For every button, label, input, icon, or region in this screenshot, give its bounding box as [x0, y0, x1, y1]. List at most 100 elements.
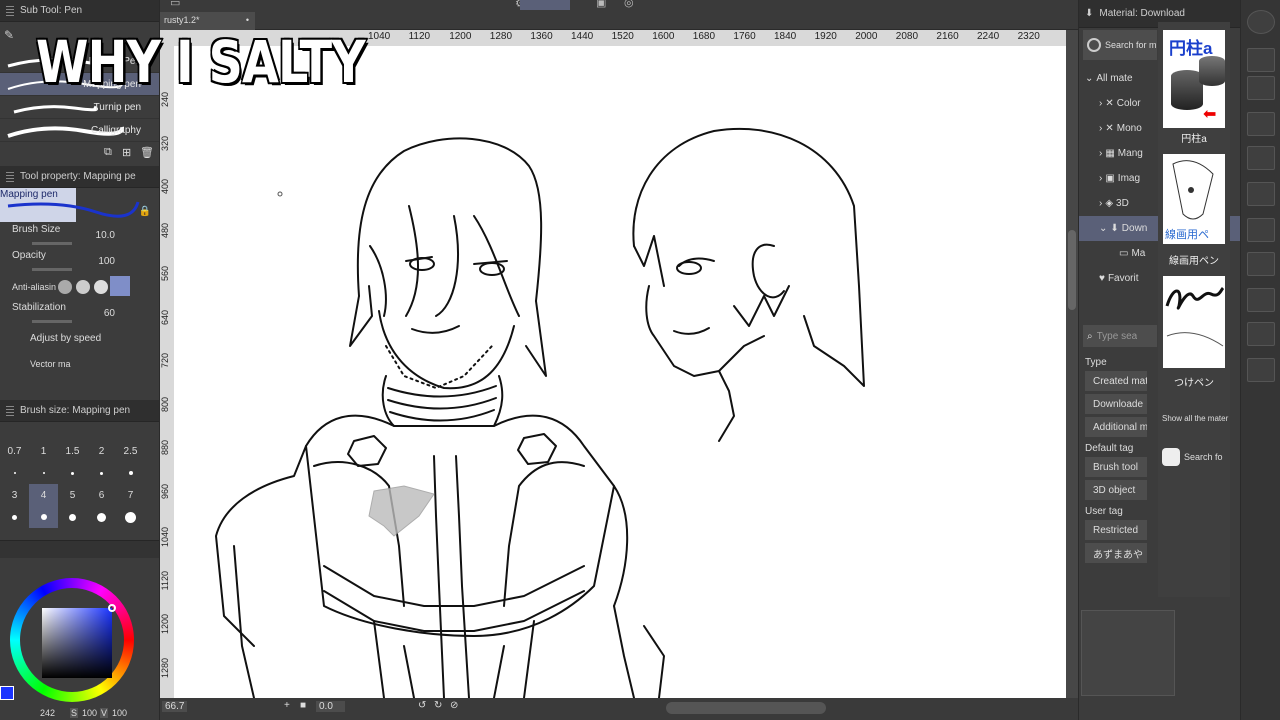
- search-materials-button[interactable]: Search for m: [1083, 30, 1157, 60]
- anti-alias-strong-icon[interactable]: [110, 276, 130, 296]
- panel-icon[interactable]: [1247, 252, 1275, 276]
- v-label: V: [100, 708, 109, 718]
- brush-item-turnip-pen[interactable]: Turnip pen: [0, 96, 159, 119]
- brush-size-value[interactable]: 10.0: [96, 230, 115, 241]
- ruler-tick: 1760: [733, 31, 756, 42]
- image-icon: ▣: [1105, 173, 1115, 184]
- size-dot[interactable]: [0, 506, 29, 528]
- anti-alias-label: Anti-aliasin: [12, 282, 57, 292]
- save-icon[interactable]: ▣: [596, 0, 606, 9]
- size-dot[interactable]: [58, 506, 87, 528]
- size-dot[interactable]: [0, 462, 29, 484]
- size-option[interactable]: 7: [116, 484, 145, 506]
- tag-azumaaya[interactable]: あずまあや: [1085, 543, 1147, 563]
- main-color-swatch[interactable]: [0, 686, 14, 700]
- size-option[interactable]: 2: [87, 440, 116, 462]
- delete-icon[interactable]: [1247, 112, 1275, 136]
- type-button-downloaded[interactable]: Downloade: [1085, 394, 1147, 414]
- material-search-input[interactable]: ⌕ Type sea: [1083, 325, 1157, 347]
- hair-outline: [356, 137, 543, 302]
- opacity-row[interactable]: Opacity 100: [0, 248, 159, 274]
- size-dot[interactable]: [58, 462, 87, 484]
- search-footer-button[interactable]: Search fo: [1162, 448, 1223, 466]
- opacity-slider[interactable]: [32, 268, 72, 271]
- anti-alias-row[interactable]: Anti-aliasin: [0, 274, 159, 300]
- size-dot-selected[interactable]: [29, 506, 58, 528]
- tag-brush-tool[interactable]: Brush tool: [1085, 457, 1147, 477]
- trash-icon[interactable]: 🗑: [140, 146, 154, 159]
- material-preview-box: [1081, 610, 1175, 696]
- size-label: 7: [127, 489, 134, 501]
- drawing-canvas[interactable]: [174, 46, 1066, 698]
- search-icon[interactable]: [1247, 10, 1275, 34]
- angle-value[interactable]: 0.0: [316, 701, 345, 712]
- anti-alias-medium-icon[interactable]: [94, 280, 108, 294]
- grid-icon[interactable]: [1247, 218, 1275, 242]
- import-icon[interactable]: [1247, 76, 1275, 100]
- brush-size-row[interactable]: Brush Size 10.0: [0, 222, 159, 248]
- panel-icon[interactable]: [1247, 288, 1275, 312]
- zoom-value[interactable]: 66.7: [162, 701, 188, 712]
- layer-icon[interactable]: [1247, 146, 1275, 170]
- vector-row[interactable]: Vector ma: [0, 352, 159, 378]
- zoom-in-icon[interactable]: +: [284, 700, 290, 711]
- drag-handle-icon[interactable]: [6, 405, 14, 416]
- reset-icon[interactable]: ⊘: [450, 700, 458, 711]
- tag-restricted[interactable]: Restricted: [1085, 520, 1147, 540]
- delete-icon[interactable]: [1247, 182, 1275, 206]
- show-all-link[interactable]: Show all the mater: [1162, 414, 1228, 423]
- close-tab-icon[interactable]: •: [246, 15, 249, 25]
- horizontal-scrollbar[interactable]: [666, 702, 826, 714]
- edit-icon[interactable]: [1247, 358, 1275, 382]
- vector-label: Vector ma: [30, 359, 71, 369]
- sv-square[interactable]: [42, 608, 112, 678]
- brush-size-slider[interactable]: [32, 242, 72, 245]
- size-option[interactable]: 5: [58, 484, 87, 506]
- thumb-g-pen[interactable]: [1163, 276, 1225, 368]
- size-option[interactable]: 0.7: [0, 440, 29, 462]
- stabilization-slider[interactable]: [32, 320, 72, 323]
- stabilization-row[interactable]: Stabilization 60: [0, 300, 159, 326]
- size-option[interactable]: 6: [87, 484, 116, 506]
- adjust-speed-row[interactable]: Adjust by speed: [0, 326, 159, 352]
- thumb-cylinder[interactable]: 円柱a ⬅: [1163, 30, 1225, 128]
- size-dot[interactable]: [116, 506, 145, 528]
- opacity-value[interactable]: 100: [98, 256, 115, 267]
- size-option-selected[interactable]: 4: [29, 484, 58, 506]
- drag-handle-icon[interactable]: [6, 171, 14, 182]
- size-option[interactable]: 2.5: [116, 440, 145, 462]
- size-dot[interactable]: [116, 462, 145, 484]
- anti-alias-weak-icon[interactable]: [76, 280, 90, 294]
- size-dot[interactable]: [29, 462, 58, 484]
- stabilization-value[interactable]: 60: [104, 308, 115, 319]
- size-dot[interactable]: [87, 462, 116, 484]
- rotate-left-icon[interactable]: ↺: [418, 700, 426, 711]
- stop-icon[interactable]: ■: [300, 700, 306, 711]
- rotate-right-icon[interactable]: ↻: [434, 700, 442, 711]
- pen-icon[interactable]: ✎: [4, 28, 14, 42]
- scrollbar-thumb[interactable]: [1068, 230, 1076, 310]
- type-button-additional[interactable]: Additional m: [1085, 417, 1147, 437]
- color-wheel[interactable]: [10, 578, 146, 702]
- layer-icon[interactable]: [1247, 48, 1275, 72]
- size-dot[interactable]: [87, 506, 116, 528]
- size-option[interactable]: 1: [29, 440, 58, 462]
- anti-alias-none-icon[interactable]: [58, 280, 72, 294]
- vertical-scrollbar[interactable]: [1066, 30, 1078, 698]
- lock-icon[interactable]: 🔒: [139, 206, 151, 217]
- snap-toggle[interactable]: [520, 0, 570, 10]
- panel-icon[interactable]: [1247, 322, 1275, 346]
- globe-icon[interactable]: ◎: [624, 0, 634, 9]
- size-option[interactable]: 1.5: [58, 440, 87, 462]
- sv-cursor[interactable]: [108, 604, 116, 612]
- drag-handle-icon[interactable]: [6, 5, 14, 16]
- add-icon[interactable]: ⊞: [122, 146, 131, 159]
- new-layer-icon[interactable]: ▭: [170, 0, 180, 9]
- brush-item-calligraphy[interactable]: Calligraphy: [0, 119, 159, 142]
- thumb-lineart-pen[interactable]: 線画用ペ: [1163, 154, 1225, 244]
- left-ruler: 240 320 400 480 560 640 720 800 880 960 1040 1120 12…: [160, 46, 174, 720]
- tag-3d-object[interactable]: 3D object: [1085, 480, 1147, 500]
- size-option[interactable]: 3: [0, 484, 29, 506]
- copy-icon[interactable]: ⧉: [104, 146, 112, 159]
- type-button-created[interactable]: Created mat: [1085, 371, 1147, 391]
